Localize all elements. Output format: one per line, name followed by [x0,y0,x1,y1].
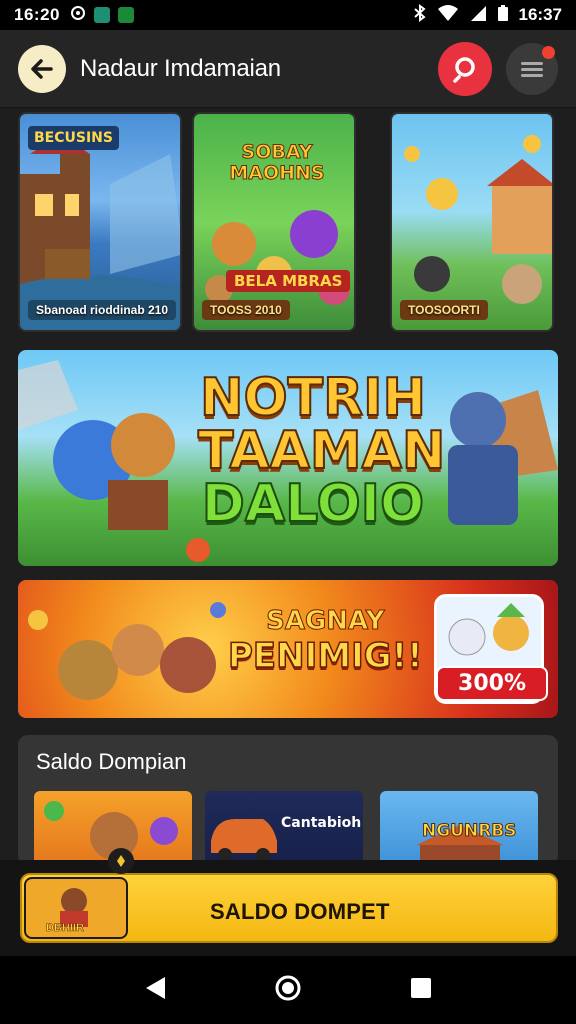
app-header: Nadaur Imdamaian [0,30,576,108]
status-bar: 16:20 16:37 [0,0,576,30]
signal-icon [469,4,487,27]
system-nav-bar [0,956,576,1024]
phone-icon [93,7,110,23]
hero-line-2: TAAMAN [197,421,446,482]
section-title: Saldo Dompian [36,749,187,774]
bottom-action-bar: DBHIIR SALDO DOMPET [0,848,576,956]
card-caption: TOOSS 2010 [202,300,290,320]
card-illustration [392,114,552,330]
status-time: 16:20 [14,5,60,24]
notification-dot [542,45,555,59]
game-card-2[interactable]: SOBAY MAOHNS BELA MBRAS TOOSS 2010 [192,112,356,332]
battery-icon [497,4,509,27]
back-triangle-icon [146,976,166,999]
hamburger-menu-icon [521,61,543,77]
pin-icon [108,848,134,874]
card-title: BECUSINS [28,126,119,150]
promo-badge-value: 300% [436,666,548,701]
promo-banner[interactable]: SAGNAY PENIMIG!! 300% [18,580,558,718]
card-caption: Sbanoad rioddinab 210 [28,300,177,320]
cta-thumb-label: DBHIIR [46,922,84,935]
status-time-right: 16:37 [518,5,562,24]
bluetooth-icon [413,3,427,27]
wifi-icon [437,4,459,27]
promo-line-2: PENIMIG!! [227,635,423,677]
hero-line-3: DALOIO [201,474,425,535]
card-caption: TOOSOORTI [400,300,488,320]
arrow-left-icon [31,58,53,79]
search-icon [453,56,475,83]
page-title: Nadaur Imdamaian [80,54,281,82]
thumb-label: Cantabioh [281,815,362,831]
hero-title: NOTRIH TAAMAN DALOIO [197,368,446,535]
home-circle-icon [275,975,301,1000]
card-subtitle: BELA MBRAS [226,270,351,292]
saldo-thumb-3[interactable]: NGUNRBS [380,791,538,865]
promo-title: SAGNAY PENIMIG!! [227,606,423,677]
saldo-thumb-2[interactable]: Cantabioh [205,791,363,865]
saldo-dompet-button[interactable]: DBHIIR SALDO DOMPET [20,873,558,943]
game-card-1[interactable]: BECUSINS Sbanoad rioddinab 210 [18,112,182,332]
cta-thumbnail: DBHIIR [24,877,128,939]
card-title: SOBAY MAOHNS [229,141,325,184]
thumb-label: NGUNRBS [422,821,518,842]
nav-recents-button[interactable] [409,976,433,1005]
hero-banner[interactable]: NOTRIH TAAMAN DALOIO [18,350,558,566]
promo-line-1: SAGNAY [266,606,385,637]
search-button[interactable] [438,41,492,96]
hero-line-1: NOTRIH [199,368,427,428]
settings-icon [70,5,86,26]
back-button[interactable] [18,44,66,93]
cta-label: SALDO DOMPET [210,899,390,924]
nav-home-button[interactable] [274,974,302,1007]
image-icon [117,7,134,23]
menu-button[interactable] [506,42,558,95]
recents-square-icon [410,977,431,998]
game-card-3[interactable]: TOOSOORTI [390,112,554,332]
saldo-section: Saldo Dompian Cantabioh NGUNRBS [18,735,558,865]
nav-back-button[interactable] [143,975,167,1006]
